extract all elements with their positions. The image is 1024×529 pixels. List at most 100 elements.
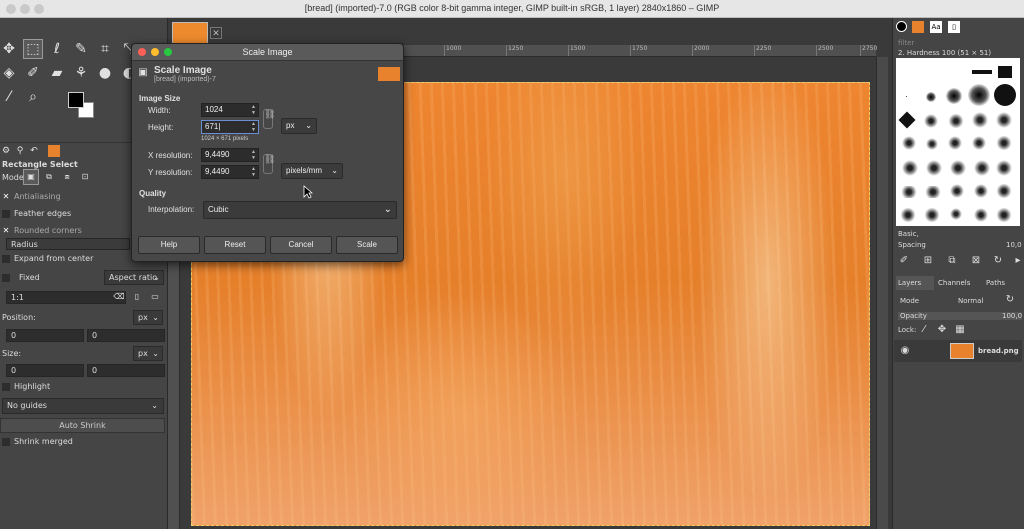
fonts-tab-icon[interactable]: Aa <box>930 21 942 33</box>
help-button[interactable]: Help <box>138 236 200 254</box>
layer-name[interactable]: bread.png <box>978 347 1019 355</box>
brush-grid[interactable] <box>896 58 1020 226</box>
auto-shrink-button[interactable]: Auto Shrink <box>0 418 165 433</box>
highlight-checkbox[interactable] <box>2 383 10 391</box>
x-resolution-input[interactable]: 9,4490 ▲ ▼ <box>201 148 259 162</box>
ruler-tick: 2000 <box>692 45 709 56</box>
brushes-tab-icon[interactable] <box>896 21 907 32</box>
position-y-input[interactable]: 0 <box>87 329 165 342</box>
vertical-scrollbar[interactable] <box>876 57 888 529</box>
mode-add-icon[interactable]: ⧉ <box>42 170 56 184</box>
window-title: [bread] (imported)-7.0 (RGB color 8-bit … <box>304 3 720 13</box>
lock-label: Lock: <box>898 326 917 334</box>
clone-tool-icon[interactable]: ⚘ <box>72 64 90 82</box>
patterns-tab-icon[interactable] <box>912 21 924 33</box>
clear-ratio-icon[interactable]: ⌫ <box>112 291 126 303</box>
tool-options-tab-icon[interactable]: ⚙ <box>0 145 12 157</box>
color-picker-tool-icon[interactable]: ⁄ <box>0 88 18 106</box>
layer-thumbnail[interactable] <box>950 343 974 359</box>
mode-intersect-icon[interactable]: ⊡ <box>78 170 92 184</box>
layer-mode-dropdown[interactable]: Normal <box>958 297 983 305</box>
rect-select-tool-icon[interactable]: ⬚ <box>23 39 43 59</box>
image-size-heading: Image Size <box>139 94 181 103</box>
move-tool-icon[interactable]: ✥ <box>0 40 18 58</box>
rounded-corners-label: Rounded corners <box>14 226 82 235</box>
document-history-tab-icon[interactable]: ▯ <box>948 21 960 33</box>
position-x-input[interactable]: 0 <box>6 329 84 342</box>
images-tab-icon[interactable] <box>48 145 60 157</box>
layer-mode-reset-icon[interactable]: ↻ <box>1004 294 1016 306</box>
mode-replace-icon[interactable]: ▣ <box>23 169 39 185</box>
close-tab-icon[interactable]: ✕ <box>210 27 222 39</box>
scale-button[interactable]: Scale <box>336 236 398 254</box>
antialiasing-checkbox[interactable]: ✕ <box>2 193 10 201</box>
image-tab-thumbnail[interactable] <box>172 22 208 44</box>
foreground-color-swatch[interactable] <box>68 92 84 108</box>
interpolation-dropdown[interactable]: Cubic ⌄ <box>203 201 397 219</box>
height-spinner[interactable]: ▲ ▼ <box>250 121 257 133</box>
fuzzy-select-tool-icon[interactable]: ✎ <box>72 40 90 58</box>
guides-dropdown[interactable]: No guides ⌄ <box>2 398 164 414</box>
paintbrush-tool-icon[interactable]: ✐ <box>24 64 42 82</box>
resolution-unit-dropdown[interactable]: pixels/mm ⌄ <box>281 163 343 179</box>
size-chain-link-icon[interactable]: ⛓ <box>263 109 275 129</box>
lock-alpha-icon[interactable]: ▦ <box>954 324 966 336</box>
fixed-checkbox[interactable] <box>2 274 10 282</box>
lasso-tool-icon[interactable]: ℓ <box>48 40 66 58</box>
undo-history-tab-icon[interactable]: ↶ <box>28 145 40 157</box>
y-resolution-input[interactable]: 9,4490 ▲ ▼ <box>201 165 259 179</box>
brush-new-icon[interactable]: ⊞ <box>922 255 934 267</box>
tab-channels[interactable]: Channels <box>936 276 980 290</box>
layer-mode-label: Mode <box>900 297 920 305</box>
y-resolution-spinner[interactable]: ▲ ▼ <box>250 166 257 178</box>
ratio-input[interactable]: 1:1 <box>6 291 126 304</box>
opacity-value[interactable]: 100,0 <box>1002 312 1022 320</box>
width-spinner[interactable]: ▲ ▼ <box>250 104 257 116</box>
highlight-label: Highlight <box>14 382 51 391</box>
cancel-button[interactable]: Cancel <box>270 236 332 254</box>
crop-tool-icon[interactable]: ⌗ <box>96 40 114 58</box>
zoom-tool-icon[interactable]: ⌕ <box>24 88 42 106</box>
eraser-tool-icon[interactable]: ▰ <box>48 64 66 82</box>
size-unit-dropdown[interactable]: px ⌄ <box>281 118 317 134</box>
device-status-tab-icon[interactable]: ⚲ <box>14 145 26 157</box>
reset-button[interactable]: Reset <box>204 236 266 254</box>
brush-delete-icon[interactable]: ⊠ <box>970 255 982 267</box>
mode-subtract-icon[interactable]: ⧈ <box>60 170 74 184</box>
dialog-heading: Scale Image <box>154 65 212 76</box>
brush-edit-icon[interactable]: ✐ <box>898 255 910 267</box>
tab-layers[interactable]: Layers <box>896 276 934 290</box>
size-x-input[interactable]: 0 <box>6 364 84 377</box>
resolution-chain-link-icon[interactable]: ⛓ <box>263 154 275 174</box>
layer-visibility-eye-icon[interactable]: ◉ <box>899 345 911 357</box>
brush-open-icon[interactable]: ▸ <box>1012 255 1024 267</box>
radius-slider[interactable]: Radius <box>6 238 130 250</box>
lock-position-icon[interactable]: ✥ <box>936 324 948 336</box>
aspect-ratio-dropdown[interactable]: Aspect ratio ⌄ <box>104 270 164 285</box>
spacing-value[interactable]: 10,0 <box>1006 241 1022 249</box>
shrink-merged-checkbox[interactable] <box>2 438 10 446</box>
feather-edges-checkbox[interactable] <box>2 210 10 218</box>
lock-pixels-icon[interactable]: ⁄ <box>918 324 930 336</box>
position-unit-dropdown[interactable]: px ⌄ <box>133 310 163 325</box>
image-thumbnail <box>378 67 400 81</box>
brush-duplicate-icon[interactable]: ⧉ <box>946 255 958 267</box>
mouse-cursor-icon <box>303 185 313 199</box>
size-y-input[interactable]: 0 <box>87 364 165 377</box>
brush-filter-input[interactable]: filter <box>898 39 914 47</box>
size-unit-dropdown[interactable]: px ⌄ <box>133 346 163 361</box>
expand-center-checkbox[interactable] <box>2 255 10 263</box>
x-resolution-spinner[interactable]: ▲ ▼ <box>250 149 257 161</box>
height-input[interactable]: 671| ▲ ▼ <box>201 120 259 134</box>
smudge-tool-icon[interactable]: ● <box>96 64 114 82</box>
landscape-icon[interactable]: ▭ <box>148 290 162 304</box>
rounded-corners-checkbox[interactable]: ✕ <box>2 227 10 235</box>
dialog-title: Scale Image <box>242 47 293 57</box>
ruler-tick: 1750 <box>630 45 647 56</box>
width-input[interactable]: 1024 ▲ ▼ <box>201 103 259 117</box>
tab-paths[interactable]: Paths <box>984 276 1024 290</box>
tool-options-title: Rectangle Select <box>2 160 78 169</box>
bucket-fill-tool-icon[interactable]: ◈ <box>0 64 18 82</box>
brush-refresh-icon[interactable]: ↻ <box>992 255 1004 267</box>
portrait-icon[interactable]: ▯ <box>130 290 144 304</box>
